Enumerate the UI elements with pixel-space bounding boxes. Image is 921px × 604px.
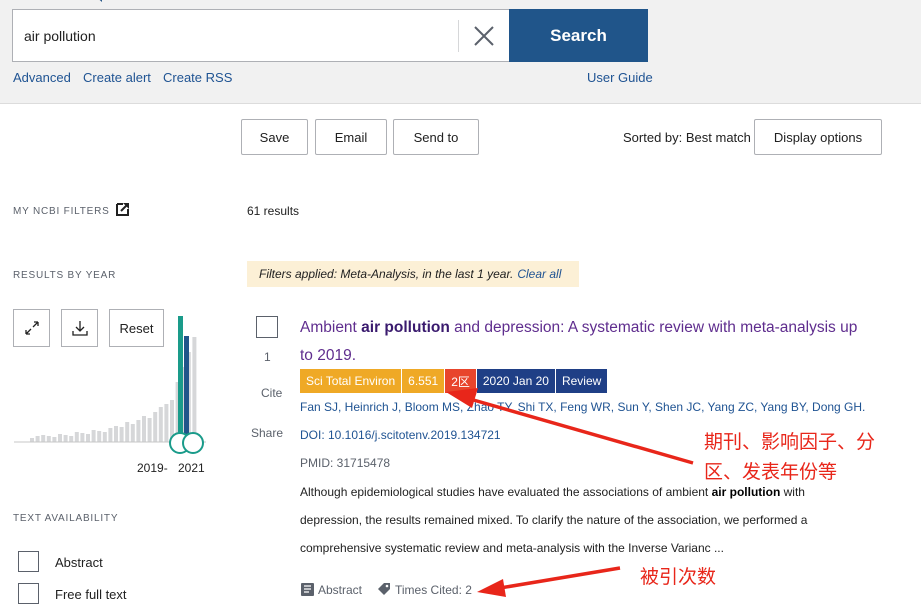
tag-icon	[378, 583, 390, 595]
text-availability-label: TEXT AVAILABILITY	[13, 513, 119, 524]
free-full-text-checkbox[interactable]	[18, 583, 39, 604]
article-type-tag: Review	[555, 369, 609, 393]
user-guide-link[interactable]: User Guide	[587, 70, 653, 85]
year-bar	[192, 337, 197, 442]
clear-icon[interactable]	[469, 21, 499, 51]
search-input[interactable]	[13, 10, 458, 61]
abstract-filter-checkbox[interactable]	[18, 551, 39, 572]
annotation-arrow-2	[499, 566, 621, 590]
result-pmid: PMID: 31715478	[300, 456, 391, 470]
filters-applied-text: Filters applied: Meta-Analysis, in the l…	[259, 267, 514, 281]
year-bar	[114, 426, 118, 442]
abstract-link[interactable]: Abstract	[300, 582, 362, 597]
year-bar	[119, 427, 124, 442]
year-bar	[102, 432, 107, 442]
results-count: 61 results	[247, 204, 300, 218]
publication-date-tag: 2020 Jan 20	[476, 369, 556, 393]
year-end-label: 2021	[178, 461, 205, 475]
partition-tag: 2区	[445, 369, 477, 393]
year-bar-selected	[184, 336, 189, 442]
year-bar	[97, 431, 102, 442]
year-range-handle	[182, 432, 204, 454]
year-bar	[69, 436, 74, 442]
save-button[interactable]: Save	[241, 119, 308, 155]
journal-tags: Sci Total Environ 6.551 2区 2020 Jan 20 R…	[300, 369, 609, 393]
clear-all-link[interactable]: Clear all	[517, 267, 561, 281]
cite-button[interactable]: Cite	[261, 386, 282, 400]
year-start-label: 2019-	[137, 461, 168, 475]
year-bar	[35, 436, 40, 442]
external-link-icon[interactable]	[115, 201, 131, 217]
annotation-arrowhead-2	[477, 579, 506, 597]
annotation-note-2: 被引次数	[640, 566, 717, 588]
send-to-button[interactable]: Send to	[393, 119, 479, 155]
year-bar	[136, 420, 141, 442]
result-doi-link[interactable]: DOI: 10.1016/j.scitotenv.2019.134721	[300, 428, 501, 442]
journal-tag[interactable]: Sci Total Environ	[300, 369, 403, 393]
expand-icon	[24, 321, 39, 335]
free-full-text-label: Free full text	[55, 587, 127, 602]
pubmed-logo[interactable]	[88, 0, 208, 4]
year-bar	[46, 436, 51, 442]
year-bar	[52, 437, 57, 442]
reset-chart-button[interactable]: Reset	[109, 309, 164, 347]
year-bar	[142, 416, 146, 442]
year-bar	[158, 407, 163, 442]
result-title-link[interactable]: Ambient air pollution and depression: A …	[300, 314, 870, 370]
year-bar	[91, 430, 96, 442]
abstract-filter-label: Abstract	[55, 555, 103, 570]
download-icon	[71, 321, 88, 336]
result-snippet: Although epidemiological studies have ev…	[300, 485, 808, 555]
create-rss-link[interactable]: Create RSS	[163, 70, 232, 85]
search-button[interactable]: Search	[509, 9, 648, 62]
year-bar	[30, 438, 34, 442]
results-by-year-label: RESULTS BY YEAR	[13, 270, 117, 281]
advanced-link[interactable]: Advanced	[13, 70, 71, 85]
year-bar	[108, 428, 113, 442]
result-authors: Fan SJ, Heinrich J, Bloom MS, Zhao TY, S…	[300, 400, 866, 414]
search-box	[12, 9, 510, 62]
times-cited-link[interactable]: Times Cited: 2	[377, 582, 472, 597]
year-bar	[63, 435, 68, 442]
impact-factor-tag: 6.551	[402, 369, 446, 393]
display-options-button[interactable]: Display options	[754, 119, 882, 155]
result-checkbox[interactable]	[256, 316, 278, 338]
year-bar	[74, 432, 79, 442]
annotation-note-1: 期刊、影响因子、分 区、发表年份等	[704, 431, 876, 483]
document-icon	[301, 583, 314, 596]
year-bar	[80, 433, 85, 442]
share-button[interactable]: Share	[251, 426, 283, 440]
filters-applied-banner: Filters applied: Meta-Analysis, in the l…	[247, 261, 579, 287]
download-chart-button[interactable]	[61, 309, 98, 347]
year-bar	[147, 418, 152, 442]
divider	[458, 20, 459, 52]
sort-label: Sorted by: Best match	[623, 130, 751, 145]
year-bar	[164, 404, 169, 442]
year-bar	[86, 434, 90, 442]
year-bar	[58, 434, 62, 442]
year-bar	[153, 412, 158, 442]
year-bar	[125, 422, 130, 442]
year-bar	[41, 435, 46, 442]
my-ncbi-filters-label: MY NCBI FILTERS	[13, 206, 110, 217]
expand-chart-button[interactable]	[13, 309, 50, 347]
email-button[interactable]: Email	[315, 119, 387, 155]
year-bar	[130, 424, 135, 442]
create-alert-link[interactable]: Create alert	[83, 70, 151, 85]
result-number: 1	[264, 350, 271, 364]
year-bar-selected	[178, 316, 183, 442]
